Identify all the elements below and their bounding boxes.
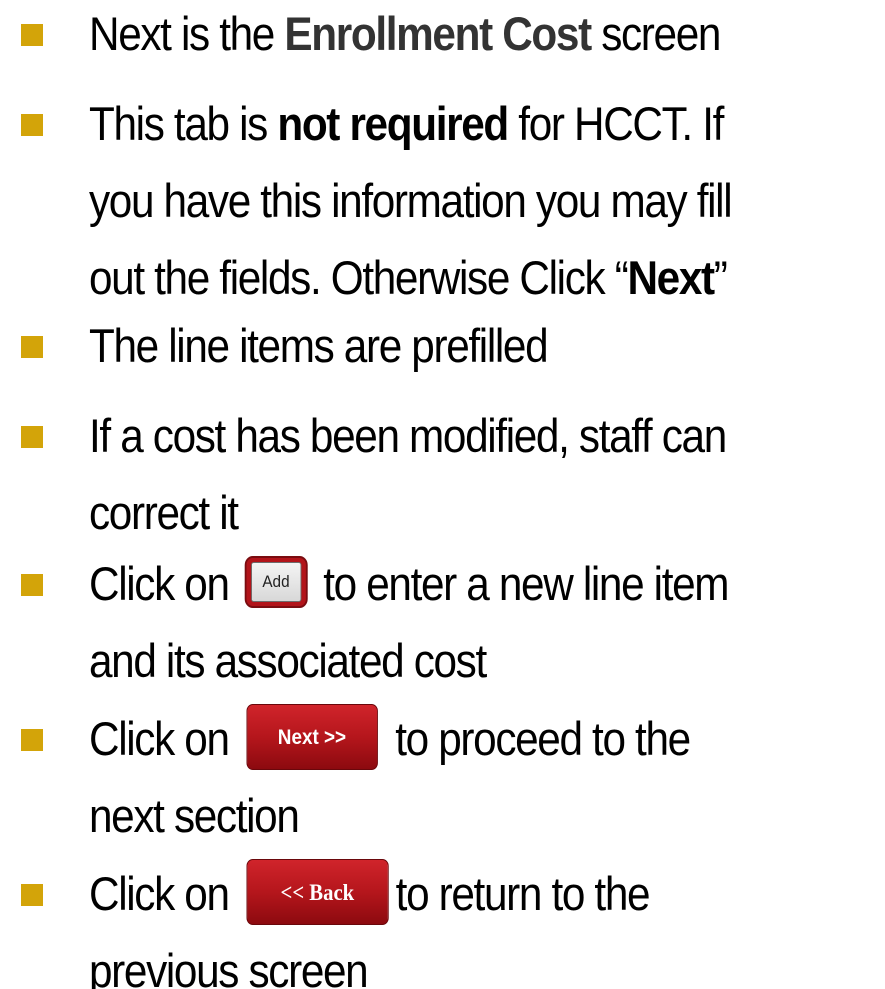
body-text: If a cost has been modified, staff can	[89, 409, 727, 462]
bullet-text-line: If a cost has been modified, staff can	[89, 397, 800, 474]
body-text: to return to the	[395, 867, 651, 920]
bullet-text-line: Click on Next >> to proceed to the	[89, 700, 800, 777]
body-text: Next is the	[89, 7, 285, 60]
next-button[interactable]: Next >>	[246, 703, 378, 770]
body-text: previous screen	[89, 944, 369, 989]
add-button-label: Add	[250, 561, 302, 602]
body-text: to enter a new line item	[312, 557, 729, 610]
bullet-item: The line items are prefilled	[0, 307, 885, 384]
bullet-item: Click on Next >> to proceed to the next s…	[0, 700, 885, 854]
bullet-text-line: out the fields. Otherwise Click “Next”	[89, 239, 800, 316]
bullet-marker-icon	[21, 426, 43, 448]
body-text: Click on	[89, 557, 240, 610]
bullet-item: Click on Add to enter a new line item and…	[0, 545, 885, 699]
bullet-item: If a cost has been modified, staff can co…	[0, 397, 885, 551]
bullet-marker-icon	[21, 574, 43, 596]
body-text: for HCCT. If	[507, 97, 724, 150]
emphasis-text: Next	[627, 251, 715, 304]
bullet-marker-icon	[21, 24, 43, 46]
bullet-item: This tab is not required for HCCT. If you…	[0, 85, 885, 316]
slide: Next is the Enrollment Cost screen This t…	[0, 0, 885, 989]
bullet-item: Click on << Back to return to the previous…	[0, 855, 885, 989]
bullet-text-line: you have this information you may fill	[89, 162, 800, 239]
add-button[interactable]: Add	[244, 555, 308, 608]
bullet-text-line: and its associated cost	[89, 622, 800, 699]
body-text: to proceed to the	[384, 712, 691, 765]
body-text: out the fields. Otherwise Click “	[89, 251, 629, 304]
emphasis-text: not required	[277, 97, 509, 150]
bullet-text-line: Click on Add to enter a new line item	[89, 545, 800, 622]
body-text: Click on	[89, 712, 240, 765]
bullet-marker-icon	[21, 729, 43, 751]
bullet-text-line: previous screen	[89, 932, 800, 989]
bullet-marker-icon	[21, 884, 43, 906]
bullet-text-line: This tab is not required for HCCT. If	[89, 85, 800, 162]
bullet-text-line: next section	[89, 777, 800, 854]
bullet-text-line: The line items are prefilled	[89, 307, 800, 384]
back-button[interactable]: << Back	[246, 858, 389, 925]
bullet-marker-icon	[21, 336, 43, 358]
bullet-marker-icon	[21, 114, 43, 136]
body-text: Click on	[89, 867, 240, 920]
body-text: and its associated cost	[89, 634, 487, 687]
bullet-text-line: Click on << Back to return to the	[89, 855, 800, 932]
bullet-text-line: Next is the Enrollment Cost screen	[89, 0, 800, 72]
body-text: you have this information you may fill	[89, 174, 733, 227]
bullet-text-line: correct it	[89, 474, 800, 551]
body-text: The line items are prefilled	[89, 319, 549, 372]
emphasis-text: Enrollment Cost	[284, 7, 592, 60]
bullet-item: Next is the Enrollment Cost screen	[0, 0, 885, 72]
body-text: This tab is	[89, 97, 278, 150]
body-text: ”	[713, 251, 728, 304]
body-text: correct it	[89, 486, 239, 539]
body-text: next section	[89, 789, 300, 842]
body-text: screen	[590, 7, 721, 60]
